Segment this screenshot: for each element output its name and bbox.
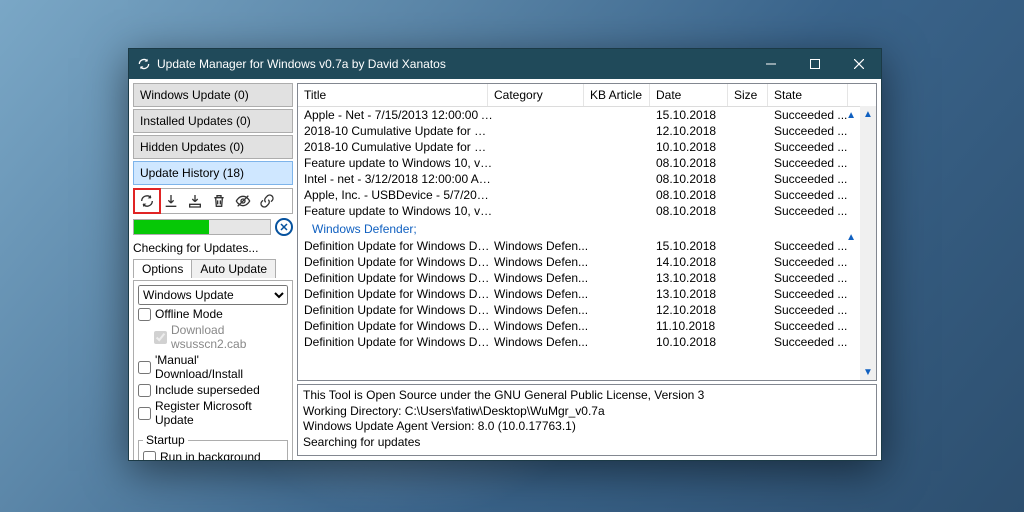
group-collapse-icon[interactable]: ▲ xyxy=(846,110,856,121)
tab-options[interactable]: Options xyxy=(133,259,192,278)
scroll-down-icon[interactable]: ▼ xyxy=(860,364,876,380)
hide-button[interactable] xyxy=(232,191,254,211)
log-line: This Tool is Open Source under the GNU G… xyxy=(303,388,871,404)
close-button[interactable] xyxy=(837,49,881,79)
download-cab-label: Download wsusscn2.cab xyxy=(171,323,288,351)
update-source-select[interactable]: Windows Update xyxy=(138,285,288,305)
register-ms-update-checkbox[interactable] xyxy=(138,407,151,420)
table-row[interactable]: Intel - net - 3/12/2018 12:00:00 AM - 19… xyxy=(298,171,860,187)
table-row[interactable]: Apple, Inc. - USBDevice - 5/7/2018 12:00… xyxy=(298,187,860,203)
table-row[interactable]: Definition Update for Windows Defender A… xyxy=(298,318,860,334)
table-row[interactable]: Definition Update for Windows Defender A… xyxy=(298,270,860,286)
table-row[interactable]: 2018-10 Cumulative Update for Windows 10… xyxy=(298,123,860,139)
manual-download-label: 'Manual' Download/Install xyxy=(155,353,288,381)
scroll-up-icon[interactable]: ▲ xyxy=(860,106,876,122)
col-kb[interactable]: KB Article xyxy=(584,84,650,106)
status-text: Checking for Updates... xyxy=(133,241,293,255)
table-row[interactable]: Definition Update for Windows Defender A… xyxy=(298,238,860,254)
group-collapse-icon[interactable]: ▲ xyxy=(846,232,856,243)
table-row[interactable]: Apple - Net - 7/15/2013 12:00:00 AM - 1.… xyxy=(298,107,860,123)
sidebar-hidden-updates[interactable]: Hidden Updates (0) xyxy=(133,135,293,159)
log-line: Searching for updates xyxy=(303,435,871,451)
right-panel: Title Category KB Article Date Size Stat… xyxy=(297,83,877,456)
include-superseded-label: Include superseded xyxy=(155,383,260,397)
log-panel: This Tool is Open Source under the GNU G… xyxy=(297,384,877,456)
options-panel: Windows Update Offline Mode Download wsu… xyxy=(133,280,293,460)
col-title[interactable]: Title xyxy=(298,84,488,106)
left-panel: Windows Update (0) Installed Updates (0)… xyxy=(133,83,293,456)
sync-icon xyxy=(137,57,151,71)
table-row[interactable]: 2018-10 Cumulative Update for Windows 10… xyxy=(298,139,860,155)
table-row[interactable]: Definition Update for Windows Defender A… xyxy=(298,334,860,350)
download-button[interactable] xyxy=(160,191,182,211)
app-window: Update Manager for Windows v0.7a by Davi… xyxy=(128,48,882,461)
progress-bar xyxy=(133,219,271,235)
table-row[interactable]: Feature update to Windows 10, version 18… xyxy=(298,155,860,171)
log-line: Windows Update Agent Version: 8.0 (10.0.… xyxy=(303,419,871,435)
run-background-label: Run in background xyxy=(160,450,261,460)
minimize-button[interactable] xyxy=(749,49,793,79)
include-superseded-checkbox[interactable] xyxy=(138,384,151,397)
table-row[interactable]: Feature update to Windows 10, version 18… xyxy=(298,203,860,219)
table-row[interactable]: Definition Update for Windows Defender A… xyxy=(298,254,860,270)
sidebar-installed-updates[interactable]: Installed Updates (0) xyxy=(133,109,293,133)
link-button[interactable] xyxy=(256,191,278,211)
offline-mode-label: Offline Mode xyxy=(155,307,223,321)
manual-download-checkbox[interactable] xyxy=(138,361,151,374)
startup-group: Startup Run in background No auto search… xyxy=(138,433,288,460)
run-background-checkbox[interactable] xyxy=(143,451,156,461)
refresh-button[interactable] xyxy=(136,191,158,211)
tab-auto-update[interactable]: Auto Update xyxy=(191,259,276,278)
col-date[interactable]: Date xyxy=(650,84,728,106)
maximize-button[interactable] xyxy=(793,49,837,79)
download-cab-checkbox xyxy=(154,331,167,344)
sidebar-update-history[interactable]: Update History (18) xyxy=(133,161,293,185)
install-button[interactable] xyxy=(184,191,206,211)
offline-mode-checkbox[interactable] xyxy=(138,308,151,321)
window-title: Update Manager for Windows v0.7a by Davi… xyxy=(157,57,446,71)
col-category[interactable]: Category xyxy=(488,84,584,106)
uninstall-button[interactable] xyxy=(208,191,230,211)
table-row[interactable]: Definition Update for Windows Defender A… xyxy=(298,302,860,318)
cancel-button[interactable]: ✕ xyxy=(275,218,293,236)
col-state[interactable]: State xyxy=(768,84,848,106)
list-header[interactable]: Title Category KB Article Date Size Stat… xyxy=(298,84,876,107)
log-line: Working Directory: C:\Users\fatiw\Deskto… xyxy=(303,404,871,420)
action-toolbar xyxy=(133,188,293,214)
group-header[interactable]: Windows Defender; xyxy=(298,219,860,238)
update-list[interactable]: Title Category KB Article Date Size Stat… xyxy=(297,83,877,381)
register-ms-update-label: Register Microsoft Update xyxy=(155,399,288,427)
titlebar[interactable]: Update Manager for Windows v0.7a by Davi… xyxy=(129,49,881,79)
sidebar-windows-update[interactable]: Windows Update (0) xyxy=(133,83,293,107)
table-row[interactable]: Definition Update for Windows Defender A… xyxy=(298,286,860,302)
options-tabs: Options Auto Update xyxy=(133,259,293,278)
startup-legend: Startup xyxy=(143,433,188,447)
col-size[interactable]: Size xyxy=(728,84,768,106)
vertical-scrollbar[interactable]: ▲ ▼ xyxy=(860,106,876,380)
